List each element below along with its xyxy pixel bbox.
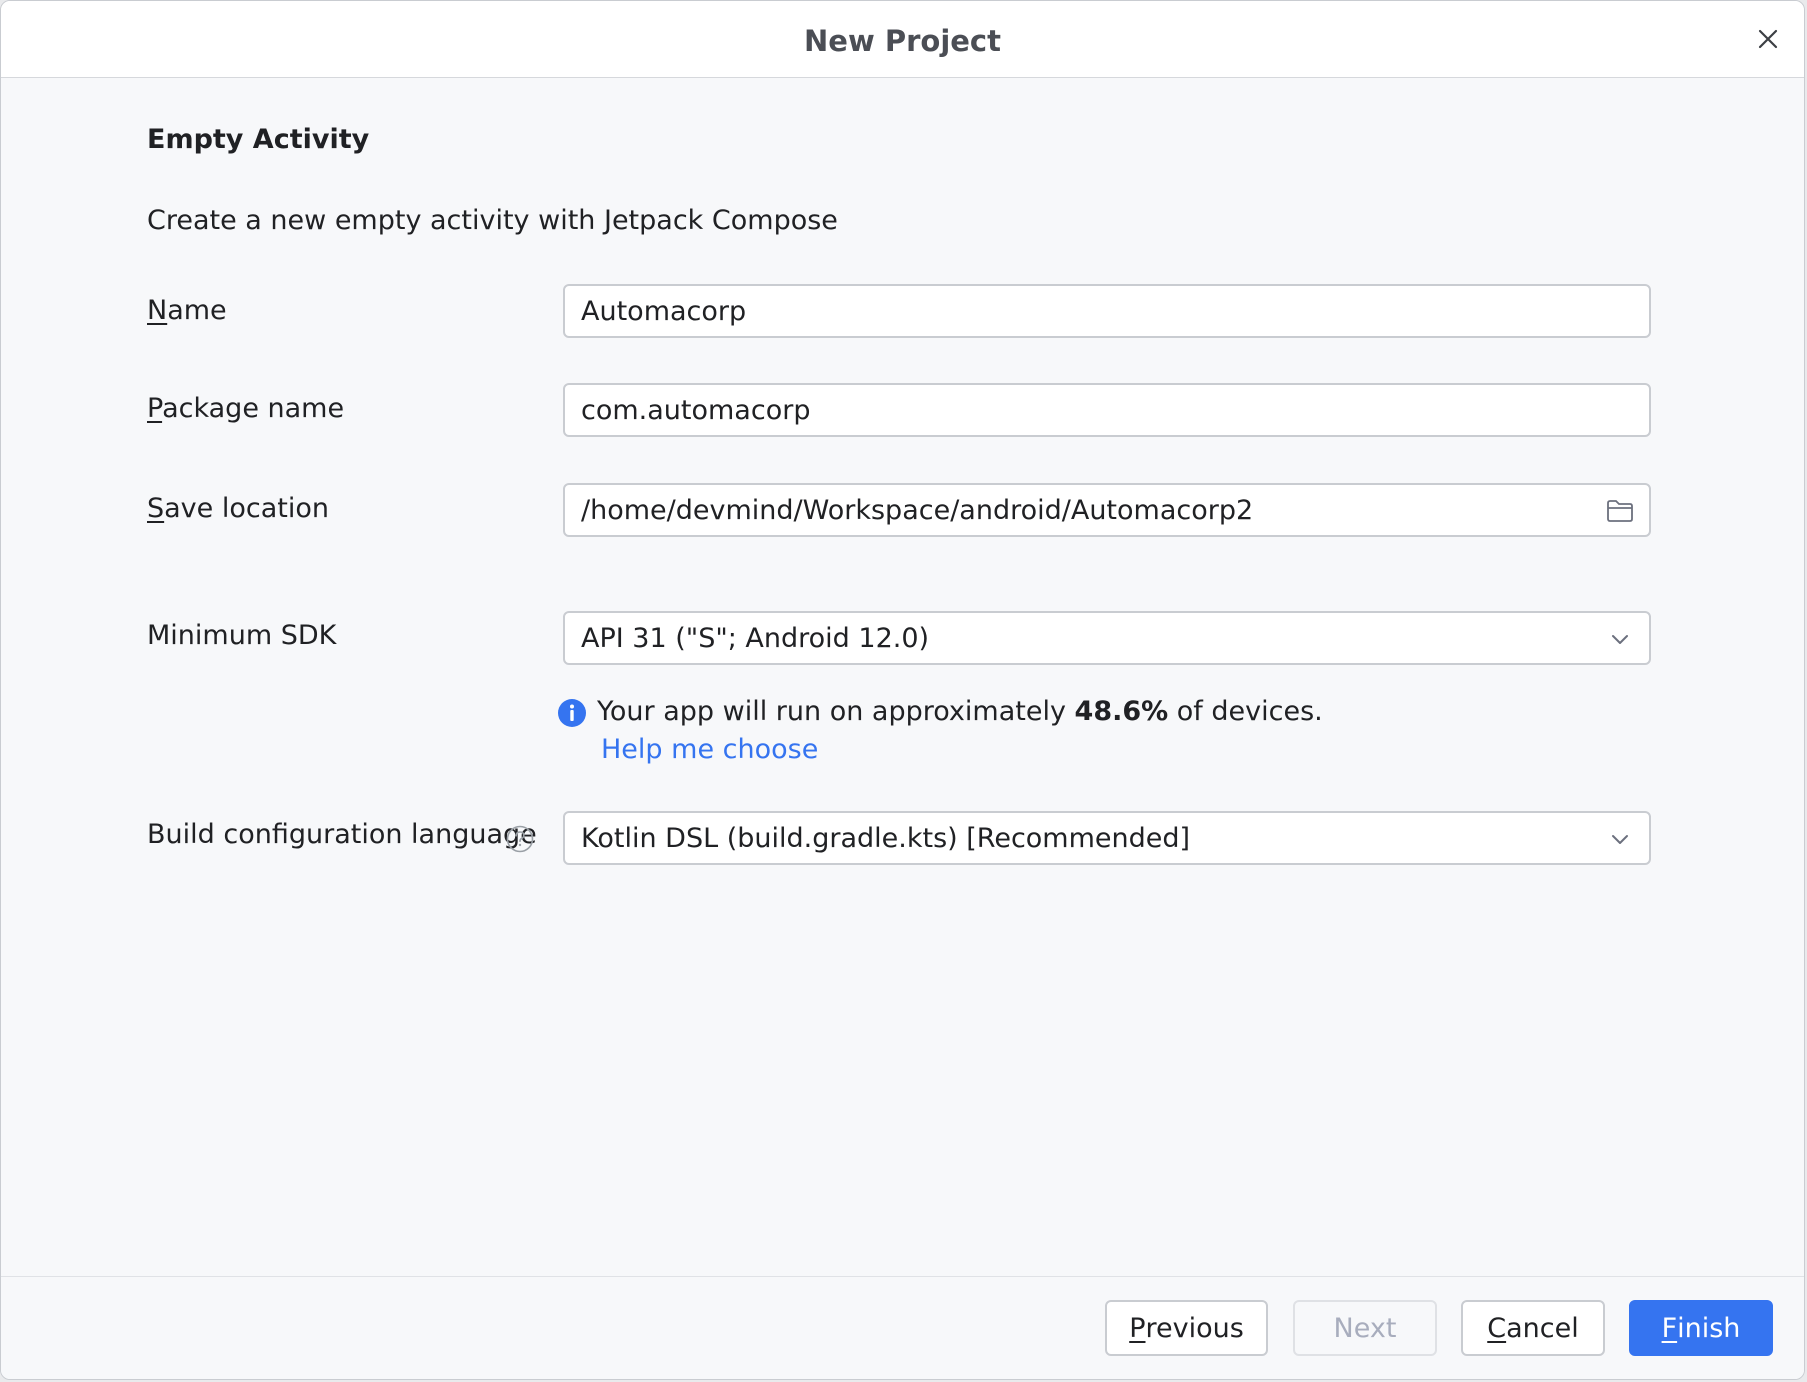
- chevron-down-icon: [1612, 635, 1628, 644]
- package-name-label: Package name: [147, 393, 345, 424]
- save-location-label: Save location: [147, 493, 329, 524]
- build-language-selected: Kotlin DSL (build.gradle.kts) [Recommend…: [581, 823, 1191, 854]
- save-location-input[interactable]: [565, 485, 1649, 535]
- package-name-input[interactable]: [565, 385, 1649, 435]
- minimum-sdk-label: Minimum SDK: [147, 620, 337, 651]
- device-coverage-percentage: 48.6%: [1074, 696, 1169, 727]
- next-button[interactable]: Next: [1293, 1300, 1437, 1356]
- info-icon: [558, 699, 586, 727]
- previous-button[interactable]: Previous: [1105, 1300, 1268, 1356]
- template-title: Empty Activity: [147, 124, 370, 155]
- build-language-dropdown[interactable]: Kotlin DSL (build.gradle.kts) [Recommend…: [563, 811, 1651, 865]
- minimum-sdk-dropdown[interactable]: API 31 ("S"; Android 12.0): [563, 611, 1651, 665]
- browse-folder-button[interactable]: [1605, 496, 1635, 526]
- build-language-label: Build configuration language: [147, 819, 537, 850]
- template-description: Create a new empty activity with Jetpack…: [147, 205, 838, 236]
- question-icon[interactable]: [505, 824, 535, 854]
- cancel-button[interactable]: Cancel: [1461, 1300, 1605, 1356]
- dialog-footer: Previous Next Cancel Finish: [1, 1276, 1804, 1379]
- new-project-dialog: New Project Empty Activity Create a new …: [0, 0, 1805, 1380]
- name-label: Name: [147, 295, 227, 326]
- package-name-field[interactable]: [563, 383, 1651, 437]
- chevron-down-icon: [1612, 835, 1628, 844]
- name-input[interactable]: [565, 286, 1649, 336]
- name-field[interactable]: [563, 284, 1651, 338]
- dialog-content: Empty Activity Create a new empty activi…: [147, 77, 1804, 1277]
- help-me-choose-link[interactable]: Help me choose: [601, 734, 818, 765]
- save-location-field[interactable]: [563, 483, 1651, 537]
- close-button[interactable]: [1750, 21, 1786, 57]
- minimum-sdk-selected: API 31 ("S"; Android 12.0): [581, 623, 930, 654]
- dialog-title: New Project: [804, 24, 1001, 58]
- finish-button[interactable]: Finish: [1629, 1300, 1773, 1356]
- close-icon: [1758, 29, 1778, 49]
- dialog-titlebar: New Project: [1, 1, 1804, 78]
- folder-icon: [1607, 500, 1633, 522]
